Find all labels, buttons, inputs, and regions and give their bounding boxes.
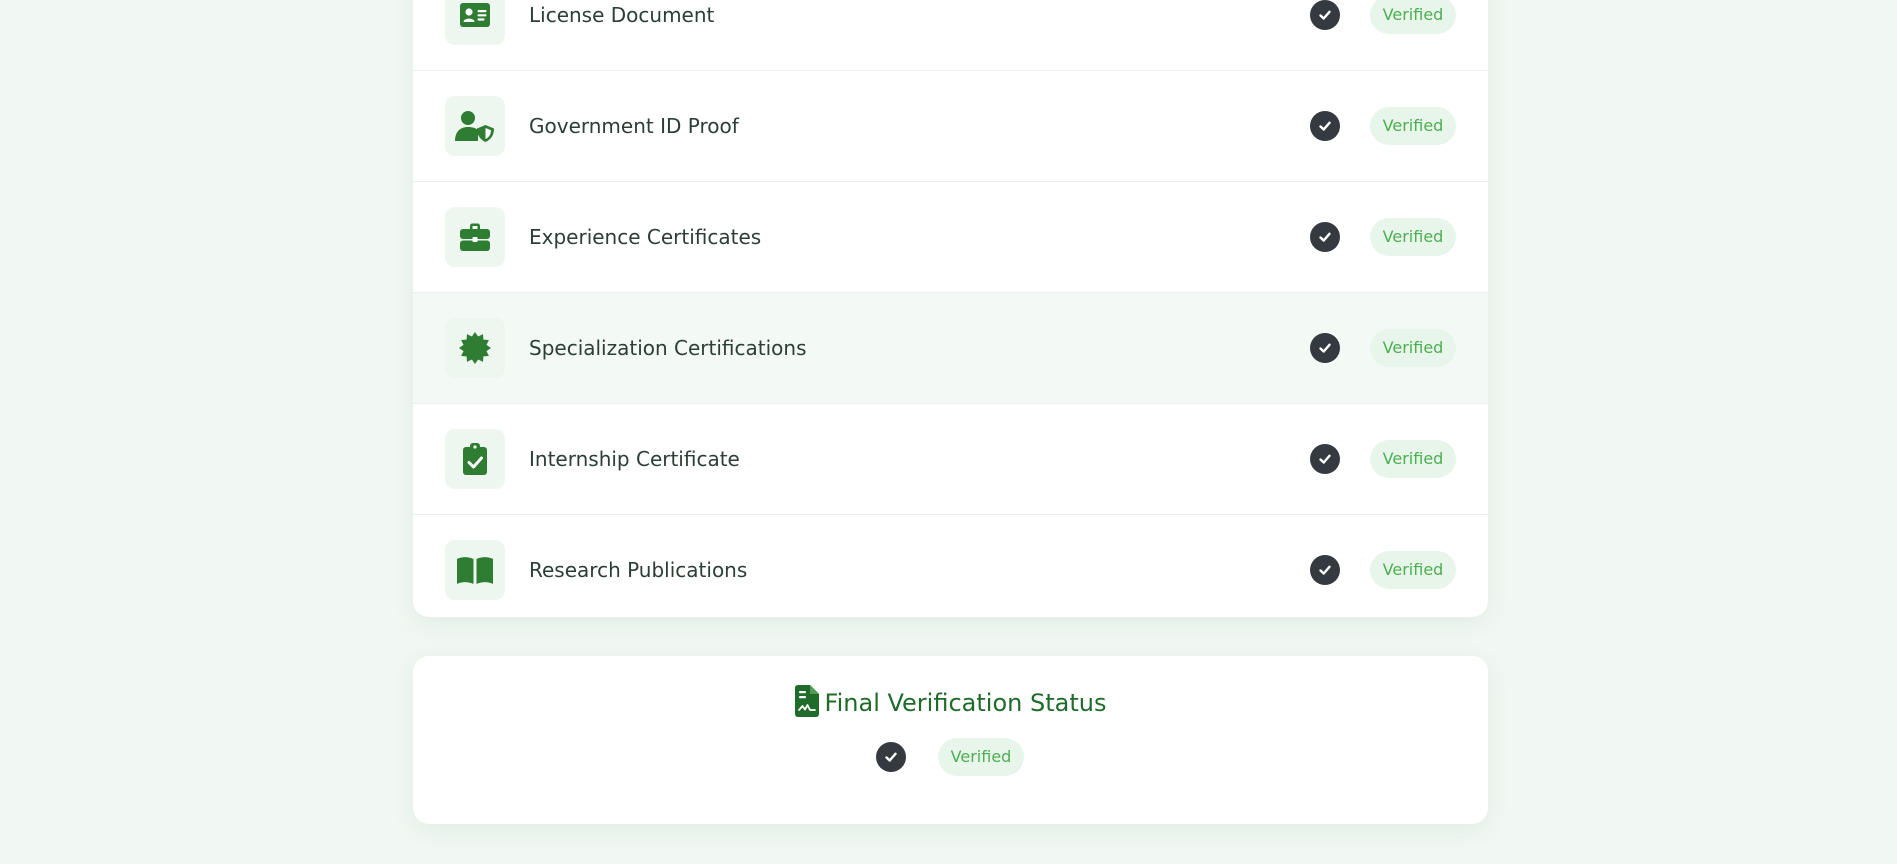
briefcase-icon [445, 207, 505, 267]
clipboard-check-icon [445, 429, 505, 489]
final-status-title: Final Verification Status [824, 689, 1107, 717]
check-icon [1310, 0, 1340, 30]
check-icon [1310, 555, 1340, 585]
document-row-license[interactable]: License Document Verified [413, 0, 1488, 71]
document-label: Government ID Proof [529, 114, 739, 138]
document-row-research[interactable]: Research Publications Verified [413, 515, 1488, 617]
user-shield-icon [445, 96, 505, 156]
document-label: Specialization Certifications [529, 336, 807, 360]
document-row-government-id[interactable]: Government ID Proof Verified [413, 71, 1488, 182]
status-badge: Verified [1370, 218, 1456, 256]
document-label: Internship Certificate [529, 447, 740, 471]
check-icon [1310, 444, 1340, 474]
document-label: Experience Certificates [529, 225, 762, 249]
check-icon [1310, 333, 1340, 363]
document-label: License Document [529, 3, 715, 27]
id-card-icon [445, 0, 505, 45]
final-status-badge: Verified [938, 738, 1024, 776]
book-open-icon [445, 540, 505, 600]
document-row-internship[interactable]: Internship Certificate Verified [413, 404, 1488, 515]
status-badge: Verified [1370, 329, 1456, 367]
document-label: Research Publications [529, 558, 748, 582]
certificate-icon [445, 318, 505, 378]
status-badge: Verified [1370, 440, 1456, 478]
status-badge: Verified [1370, 551, 1456, 589]
documents-card: License Document Verified Government ID … [413, 0, 1488, 617]
final-status-header: Final Verification Status [413, 685, 1488, 720]
status-badge: Verified [1370, 0, 1456, 34]
document-row-experience[interactable]: Experience Certificates Verified [413, 182, 1488, 293]
check-icon [1310, 222, 1340, 252]
status-badge: Verified [1370, 107, 1456, 145]
final-status-card: Final Verification Status Verified [413, 656, 1488, 824]
check-icon [876, 742, 906, 772]
check-icon [1310, 111, 1340, 141]
document-row-specialization[interactable]: Specialization Certifications Verified [413, 293, 1488, 404]
file-signature-icon [794, 685, 819, 717]
